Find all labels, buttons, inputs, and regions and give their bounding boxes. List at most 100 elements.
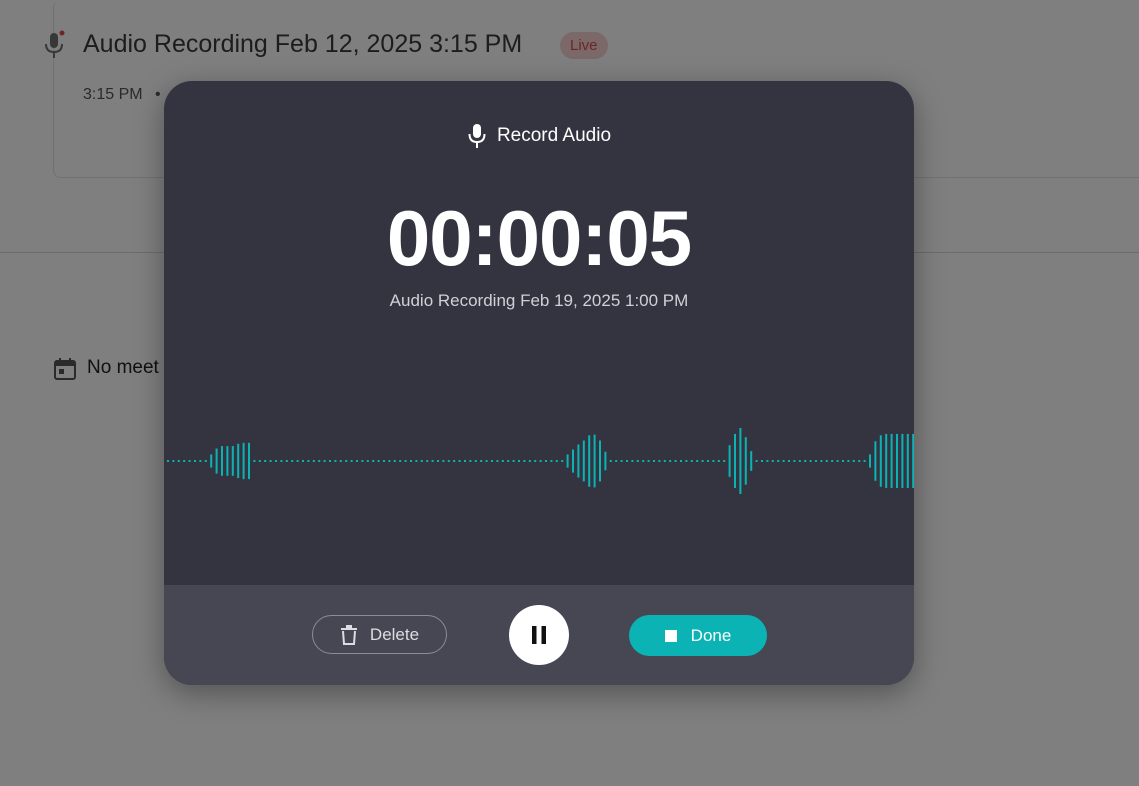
waveform-bar [852, 460, 855, 462]
waveform-bar [275, 460, 277, 462]
recording-timer: 00:00:05 [386, 194, 692, 282]
waveform-bar [172, 460, 175, 462]
waveform-bar [680, 460, 682, 462]
waveform-bar [269, 460, 272, 462]
waveform-bar [399, 460, 402, 462]
waveform-bar [912, 433, 914, 488]
waveform-bar [539, 460, 542, 462]
waveform-bar [388, 460, 391, 462]
waveform-bar [566, 454, 569, 468]
waveform-bar [221, 446, 223, 476]
waveform-bar [188, 460, 191, 462]
waveform-bar [226, 446, 229, 476]
waveform-bar [642, 460, 645, 462]
waveform-bar [420, 460, 423, 462]
waveform-bar [626, 460, 628, 462]
waveform-bar [582, 440, 585, 482]
waveform-bar [750, 451, 753, 471]
waveform-bar [507, 460, 510, 462]
waveform-bar [237, 443, 240, 479]
waveform-bar [561, 460, 564, 462]
pause-button[interactable] [509, 605, 569, 665]
waveform-bar [264, 460, 267, 462]
record-audio-modal: Record Audio 00:00:05 Audio Recording Fe… [164, 81, 914, 685]
waveform-bar [858, 460, 861, 462]
delete-button[interactable]: Delete [312, 615, 447, 654]
waveform-bar [431, 460, 434, 462]
waveform-bar [869, 454, 871, 468]
waveform-bar [334, 460, 337, 462]
waveform-bar [782, 460, 785, 462]
waveform-bar [404, 460, 407, 462]
waveform-bar [793, 460, 796, 462]
waveform-bar [361, 460, 364, 462]
waveform-bar [437, 460, 439, 462]
waveform-bar [755, 460, 758, 462]
waveform-bar [285, 460, 288, 462]
waveform-bar [906, 433, 909, 488]
waveform-bar [528, 460, 531, 462]
waveform-bar [771, 460, 774, 462]
waveform-bar [901, 433, 904, 488]
pause-icon [532, 626, 546, 644]
modal-title: Record Audio [496, 125, 612, 146]
waveform-bar [447, 460, 450, 462]
waveform-bar [831, 460, 834, 462]
delete-label: Delete [369, 624, 420, 644]
waveform-bar [825, 460, 828, 462]
waveform-bar [339, 460, 342, 462]
microphone-icon [468, 124, 486, 148]
waveform-bar [658, 460, 661, 462]
waveform-bar [636, 460, 639, 462]
waveform-bar [577, 444, 580, 478]
waveform-bar [620, 460, 623, 462]
waveform-bar [474, 460, 477, 462]
waveform-bar [896, 433, 898, 488]
waveform-bar [194, 460, 196, 462]
waveform-bar [723, 460, 726, 462]
waveform-bar [323, 460, 326, 462]
waveform-bar [593, 434, 596, 488]
waveform-bar [609, 460, 612, 462]
waveform-bar [215, 448, 218, 474]
waveform-bar [177, 460, 180, 462]
waveform-bar [248, 442, 250, 480]
waveform-bar [253, 460, 256, 462]
waveform-bar [377, 460, 380, 462]
waveform-bar [480, 460, 483, 462]
waveform-bar [669, 460, 672, 462]
waveform-bar [631, 460, 634, 462]
waveform-bar [572, 449, 574, 473]
waveform-bar [296, 460, 299, 462]
modal-header: Record Audio [164, 121, 914, 151]
waveform-bar [518, 460, 520, 462]
audio-waveform [167, 428, 914, 494]
waveform-bar [453, 460, 456, 462]
waveform-bar [739, 428, 742, 494]
waveform-bar [815, 460, 817, 462]
waveform-bar [534, 460, 537, 462]
waveform-bar [820, 460, 823, 462]
waveform-bar [847, 460, 850, 462]
waveform-bar [777, 460, 780, 462]
waveform-bar [307, 460, 310, 462]
waveform-bar [879, 435, 882, 487]
waveform-bar [258, 460, 261, 462]
waveform-bar [890, 433, 893, 488]
waveform-bar [210, 454, 213, 468]
waveform-bar [415, 460, 418, 462]
waveform-bar [653, 460, 655, 462]
waveform-bar [555, 460, 558, 462]
done-button[interactable]: Done [629, 615, 767, 656]
waveform-bar [183, 460, 186, 462]
modal-footer: Delete Done [164, 585, 914, 685]
waveform-bar [744, 437, 747, 485]
waveform-bar [761, 460, 763, 462]
waveform-bar [798, 460, 801, 462]
waveform-bar [809, 460, 812, 462]
waveform-bar [485, 460, 488, 462]
waveform-bar [545, 460, 547, 462]
waveform-bar [663, 460, 666, 462]
waveform-bar [242, 442, 245, 480]
waveform-bar [728, 445, 731, 477]
